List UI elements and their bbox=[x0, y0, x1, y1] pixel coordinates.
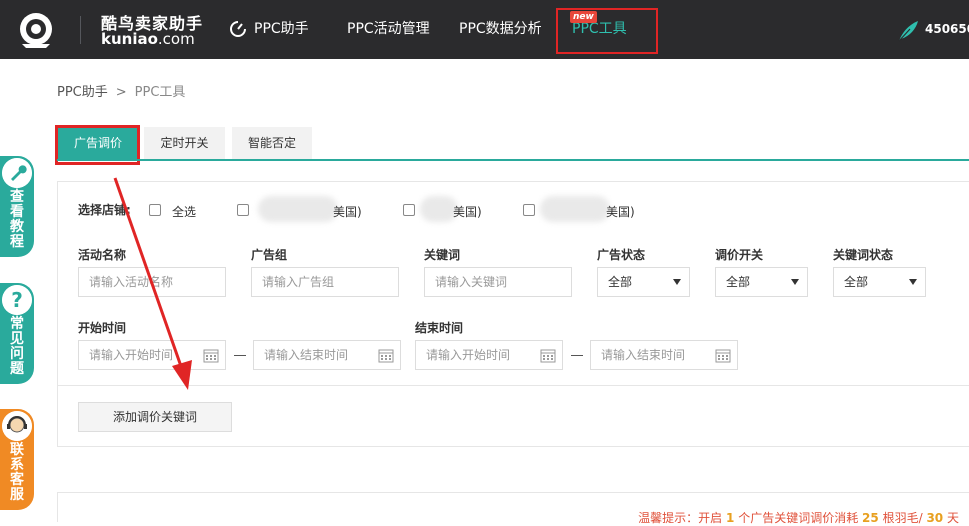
ad-status-label: 广告状态 bbox=[597, 248, 646, 262]
ad-group-input[interactable]: 请输入广告组 bbox=[251, 267, 399, 297]
end-time-from-input[interactable]: 请输入开始时间 bbox=[415, 340, 563, 370]
calendar-icon[interactable] bbox=[540, 348, 556, 363]
calendar-icon[interactable] bbox=[203, 348, 219, 363]
sidebar-view-tutorial[interactable]: 查看教程 bbox=[0, 156, 34, 257]
caret-down-icon bbox=[909, 279, 917, 285]
store-select-label: 选择店铺: bbox=[78, 203, 131, 217]
store-name-blurred-3 bbox=[540, 196, 610, 222]
breadcrumb-current: PPC工具 bbox=[134, 85, 186, 100]
support-agent-icon bbox=[2, 411, 32, 441]
ad-group-label: 广告组 bbox=[251, 248, 288, 262]
top-navigation-bar: 酷鸟卖家助手 kuniao.com PPC助手 PPC活动管理 PPC数据分析 … bbox=[0, 0, 969, 59]
keyword-status-value: 全部 bbox=[844, 275, 869, 289]
end-time-from-placeholder: 请输入开始时间 bbox=[426, 348, 511, 362]
end-time-to-placeholder: 请输入结束时间 bbox=[601, 348, 686, 362]
question-icon: ? bbox=[2, 285, 32, 315]
sidebar-contact-support[interactable]: 联系客服 bbox=[0, 409, 34, 510]
store-label-3: 美国) bbox=[606, 205, 635, 219]
panel-divider bbox=[58, 385, 969, 386]
date-range-dash bbox=[234, 355, 246, 356]
store-checkbox-3[interactable] bbox=[523, 204, 535, 216]
breadcrumb: PPC助手 > PPC工具 bbox=[57, 81, 185, 100]
nav-ppc-data-analysis[interactable]: PPC数据分析 bbox=[459, 0, 542, 59]
end-time-label: 结束时间 bbox=[415, 321, 464, 335]
refresh-icon bbox=[230, 21, 246, 37]
caret-down-icon bbox=[673, 279, 681, 285]
ad-status-value: 全部 bbox=[608, 275, 633, 289]
store-checkbox-2[interactable] bbox=[403, 204, 415, 216]
tab-timed-switch[interactable]: 定时开关 bbox=[144, 127, 225, 159]
caret-down-icon bbox=[791, 279, 799, 285]
keyword-input[interactable]: 请输入关键词 bbox=[424, 267, 572, 297]
end-time-to-input[interactable]: 请输入结束时间 bbox=[590, 340, 738, 370]
store-label-2: 美国) bbox=[453, 205, 482, 219]
start-time-from-input[interactable]: 请输入开始时间 bbox=[78, 340, 226, 370]
tab-smart-negative[interactable]: 智能否定 bbox=[232, 127, 312, 159]
select-all-checkbox[interactable] bbox=[149, 204, 161, 216]
svg-text:?: ? bbox=[11, 288, 23, 312]
keyword-label: 关键词 bbox=[424, 248, 461, 262]
store-checkbox-1[interactable] bbox=[237, 204, 249, 216]
start-time-from-placeholder: 请输入开始时间 bbox=[89, 348, 174, 362]
bid-switch-value: 全部 bbox=[726, 275, 751, 289]
calendar-icon[interactable] bbox=[715, 348, 731, 363]
start-time-to-input[interactable]: 请输入结束时间 bbox=[253, 340, 401, 370]
sidebar-contact-support-label: 联系客服 bbox=[10, 442, 24, 503]
nav-ppc-campaign-management[interactable]: PPC活动管理 bbox=[347, 0, 430, 59]
breadcrumb-separator: > bbox=[115, 85, 127, 100]
nav-ppc-assistant[interactable]: PPC助手 bbox=[254, 0, 309, 59]
store-name-blurred-1 bbox=[258, 196, 338, 222]
sidebar-faq-label: 常见问题 bbox=[10, 316, 24, 377]
sidebar-faq[interactable]: ? 常见问题 bbox=[0, 283, 34, 384]
breadcrumb-root[interactable]: PPC助手 bbox=[57, 85, 108, 100]
store-label-1: 美国) bbox=[333, 205, 362, 219]
select-all-label: 全选 bbox=[172, 205, 197, 219]
campaign-name-input[interactable]: 请输入活动名称 bbox=[78, 267, 226, 297]
feather-balance[interactable]: 450650 bbox=[925, 0, 969, 59]
ppc-tools-highlight-box bbox=[556, 8, 658, 54]
keyword-status-select[interactable]: 全部 bbox=[833, 267, 926, 297]
campaign-name-label: 活动名称 bbox=[78, 248, 127, 262]
bid-switch-select[interactable]: 全部 bbox=[715, 267, 808, 297]
bird-eye-logo-icon[interactable] bbox=[16, 10, 56, 50]
date-range-dash bbox=[571, 355, 583, 356]
add-bid-keyword-button[interactable]: 添加调价关键词 bbox=[78, 402, 232, 432]
start-time-to-placeholder: 请输入结束时间 bbox=[264, 348, 349, 362]
sidebar-view-tutorial-label: 查看教程 bbox=[10, 189, 24, 250]
start-time-label: 开始时间 bbox=[78, 321, 127, 335]
tabs-underline bbox=[57, 159, 969, 161]
feather-icon bbox=[898, 21, 918, 42]
ad-status-select[interactable]: 全部 bbox=[597, 267, 690, 297]
wrench-icon bbox=[2, 158, 32, 188]
calendar-icon[interactable] bbox=[378, 348, 394, 363]
logo-divider bbox=[80, 16, 81, 44]
bid-switch-label: 调价开关 bbox=[715, 248, 764, 262]
logo-english-text: kuniao.com bbox=[101, 30, 195, 48]
keyword-status-label: 关键词状态 bbox=[833, 248, 894, 262]
